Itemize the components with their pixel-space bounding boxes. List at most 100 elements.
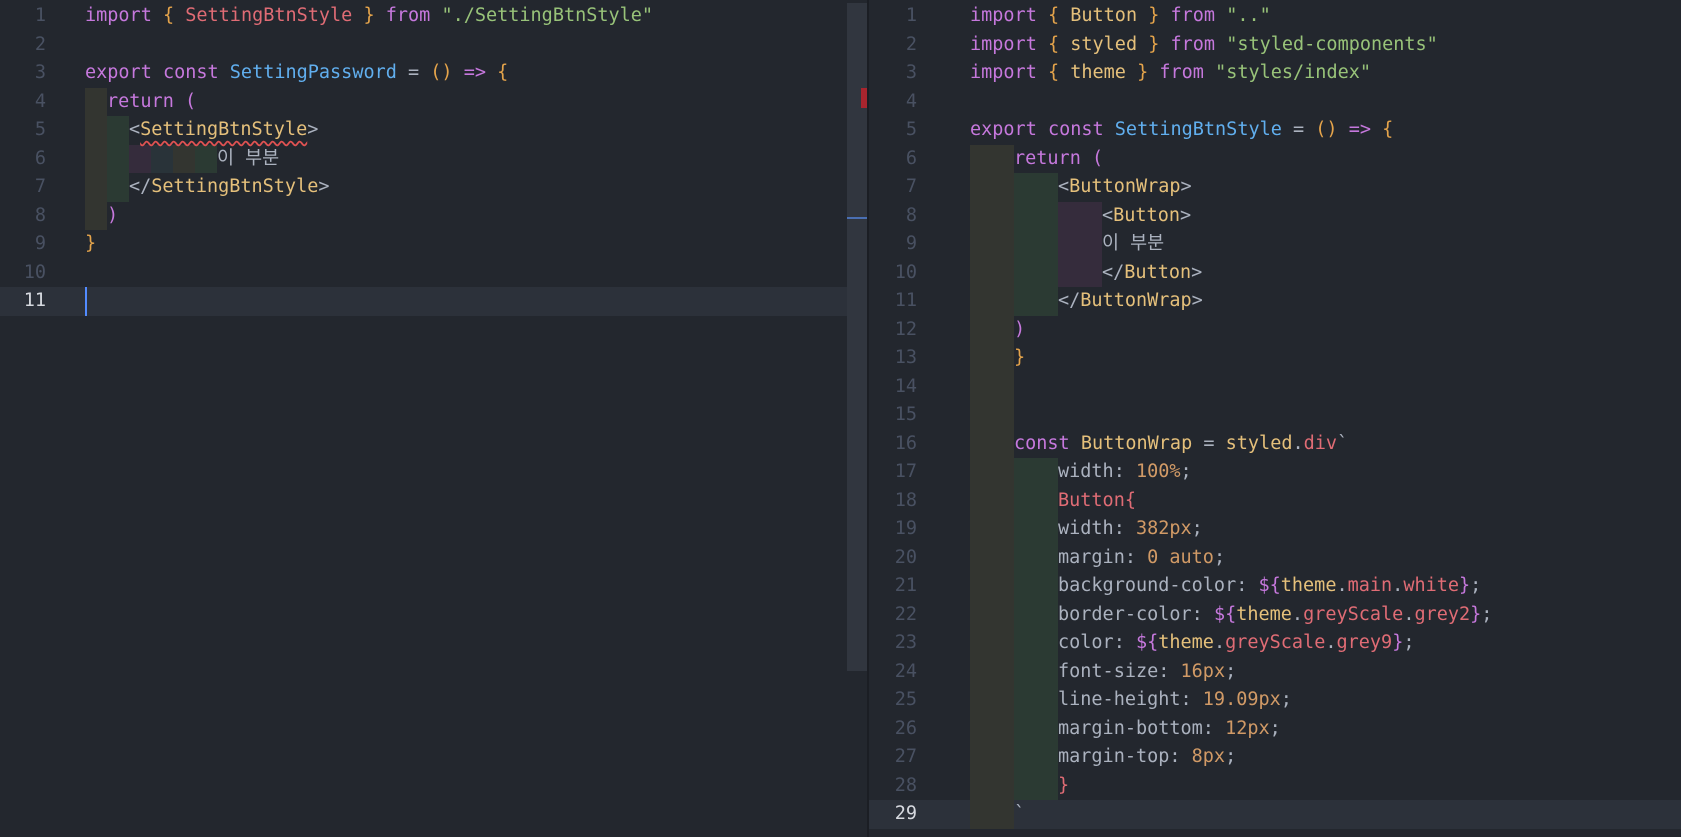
code-token: SettingPassword	[229, 62, 397, 83]
code-token: white	[1403, 575, 1460, 596]
code-token: margin-bottom:	[1058, 717, 1226, 739]
code-line[interactable]: 26 margin-bottom: 12px;	[869, 715, 1681, 744]
code-token: ()	[430, 62, 453, 83]
code-line[interactable]: 12)	[869, 316, 1681, 345]
code-text: }	[85, 230, 96, 259]
code-token: (	[1091, 147, 1104, 169]
code-line[interactable]: 11 </ButtonWrap>	[869, 287, 1681, 316]
code-line[interactable]: 1 import { Button } from ".."	[869, 2, 1681, 31]
code-line[interactable]: 14	[869, 373, 1681, 402]
code-token: greyScale	[1303, 603, 1404, 625]
code-token: .	[1292, 432, 1304, 454]
code-line[interactable]: 28}	[869, 772, 1681, 801]
code-line[interactable]: 21 background-color: ${theme.main.white};	[869, 572, 1681, 601]
code-token: {	[162, 5, 186, 26]
code-token: ".."	[1226, 5, 1271, 26]
code-line[interactable]: 4 return (	[0, 88, 867, 117]
code-token: from	[1148, 62, 1216, 83]
code-token: ;	[1213, 546, 1226, 568]
code-token: ;	[1403, 632, 1415, 653]
code-line[interactable]: 25 line-height: 19.09px;	[869, 686, 1681, 715]
code-line[interactable]: 22 border-color: ${theme.greyScale.grey2}…	[869, 601, 1681, 630]
code-token: {	[1382, 119, 1394, 140]
code-line[interactable]: 18 Button{	[869, 487, 1681, 516]
code-line[interactable]: 3 export const SettingPassword = () => {	[0, 59, 867, 88]
code-line[interactable]: 3 import { theme } from "styles/index"	[869, 59, 1681, 88]
code-line[interactable]: 1 import { SettingBtnStyle } from "./Sett…	[0, 2, 867, 31]
code-line[interactable]: 9 이 부분	[869, 230, 1681, 259]
code-token: font-size:	[1058, 660, 1181, 682]
code-line[interactable]: 6 이 부분	[0, 145, 867, 174]
code-token: 8px	[1191, 746, 1226, 767]
line-number: 1	[34, 5, 46, 26]
code-token: .	[1325, 632, 1337, 653]
code-line[interactable]: 10	[0, 259, 867, 288]
code-token: >	[1180, 176, 1192, 197]
code-token: ()	[1315, 119, 1338, 140]
code-line[interactable]: 17 width: 100%;	[869, 458, 1681, 487]
code-token: {	[497, 62, 509, 83]
code-text: import { SettingBtnStyle } from "./Setti…	[85, 2, 653, 31]
code-token: line-height:	[1058, 689, 1203, 710]
line-number: 3	[34, 62, 46, 83]
code-token: grey9	[1336, 632, 1393, 653]
line-number: 7	[905, 176, 917, 197]
code-line[interactable]: 7 <ButtonWrap>	[869, 173, 1681, 202]
code-line[interactable]: 20 margin: 0 auto;	[869, 544, 1681, 573]
code-line[interactable]: 23 color: ${theme.greyScale.grey9};	[869, 629, 1681, 658]
code-token: theme	[1280, 575, 1337, 596]
code-token: `	[1014, 803, 1026, 824]
code-token: from	[1159, 33, 1227, 55]
code-line[interactable]: 13}	[869, 344, 1681, 373]
code-line[interactable]: 29 `	[869, 800, 1681, 829]
code-token: export const	[970, 119, 1115, 140]
code-token: background-color:	[1058, 575, 1259, 596]
code-line[interactable]: 2	[0, 31, 867, 60]
code-token: {	[1047, 5, 1071, 26]
code-line[interactable]: 4	[869, 88, 1681, 117]
code-text: <Button>	[1102, 202, 1191, 231]
code-text: </SettingBtnStyle>	[129, 173, 330, 202]
code-line[interactable]: 10 </Button>	[869, 259, 1681, 288]
code-token: )	[1014, 318, 1026, 340]
code-line[interactable]: 11	[0, 287, 867, 316]
code-token: >	[1191, 261, 1203, 283]
code-line[interactable]: 5 <SettingBtnStyle>	[0, 116, 867, 145]
line-number: 14	[894, 375, 917, 397]
right-editor-pane[interactable]: 1 import { Button } from ".." 2 import { st…	[869, 0, 1681, 837]
line-number: 5	[34, 119, 46, 140]
code-token: }	[1459, 575, 1471, 596]
code-text: return (	[107, 88, 196, 117]
code-token: theme	[1070, 62, 1126, 83]
code-line[interactable]: 5 export const SettingBtnStyle = () => {	[869, 116, 1681, 145]
code-token: grey2	[1414, 603, 1471, 625]
code-line[interactable]: 27 margin-top: 8px;	[869, 743, 1681, 772]
code-token: return	[1014, 147, 1092, 169]
code-token: 이 부분	[217, 147, 280, 169]
code-token: <	[129, 119, 141, 140]
code-line[interactable]: 2 import { styled } from "styled-componen…	[869, 31, 1681, 60]
line-number: 6	[905, 147, 917, 169]
code-line[interactable]: 24 font-size: 16px;	[869, 658, 1681, 687]
code-token: 382px	[1135, 518, 1192, 539]
code-text: )	[107, 202, 118, 231]
code-line[interactable]: 19 width: 382px;	[869, 515, 1681, 544]
line-number: 2	[905, 33, 917, 55]
code-text: </Button>	[1102, 259, 1202, 288]
code-token: main	[1347, 575, 1393, 596]
left-editor-pane[interactable]: 1 import { SettingBtnStyle } from "./Sett…	[0, 0, 867, 837]
code-line[interactable]: 6 return (	[869, 145, 1681, 174]
code-line[interactable]: 7 </SettingBtnStyle>	[0, 173, 867, 202]
code-line[interactable]: 15	[869, 401, 1681, 430]
code-token: 19.09px	[1202, 689, 1281, 710]
line-number: 17	[894, 461, 917, 482]
line-number: 22	[894, 603, 917, 625]
line-number: 4	[34, 90, 46, 112]
code-line[interactable]: 16 const ButtonWrap = styled.div`	[869, 430, 1681, 459]
code-token: </	[129, 176, 152, 197]
code-line[interactable]: 9}	[0, 230, 867, 259]
code-line[interactable]: 8 <Button>	[869, 202, 1681, 231]
line-number: 9	[34, 233, 46, 254]
code-text: export const SettingBtnStyle = () => {	[970, 116, 1393, 145]
code-line[interactable]: 8)	[0, 202, 867, 231]
